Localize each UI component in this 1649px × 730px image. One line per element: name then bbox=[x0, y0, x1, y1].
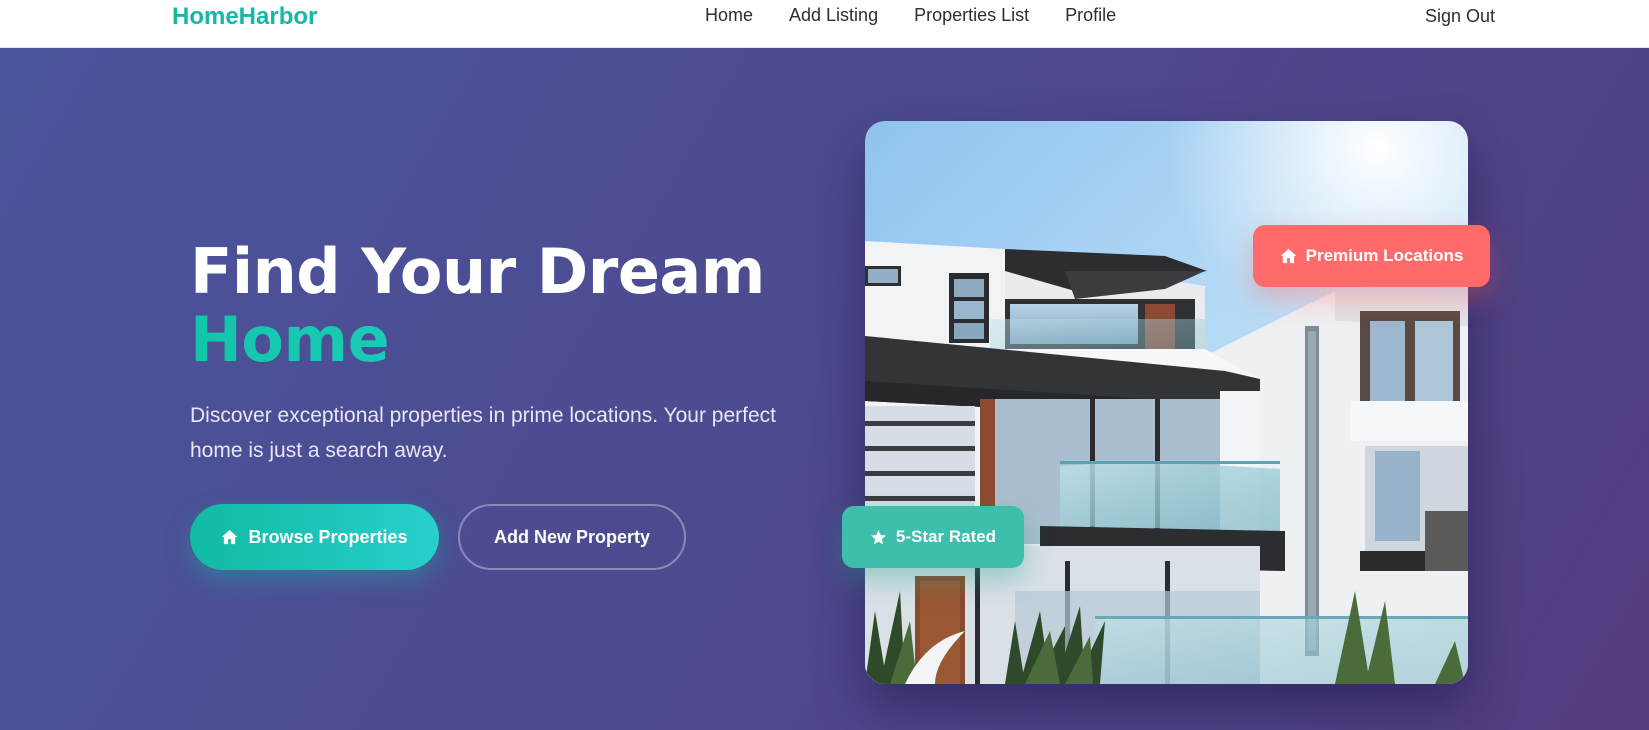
nav-link-add-listing[interactable]: Add Listing bbox=[789, 5, 878, 26]
add-new-property-label: Add New Property bbox=[493, 526, 651, 547]
browse-properties-label: Browse Properties bbox=[248, 526, 408, 547]
hero-description: Discover exceptional properties in prime… bbox=[190, 404, 776, 462]
premium-locations-label: Premium Locations bbox=[1305, 246, 1464, 265]
home-icon bbox=[221, 529, 238, 545]
five-star-rated-label: 5-Star Rated bbox=[895, 527, 997, 546]
nav-links: Home Add Listing Properties List Profile bbox=[705, 5, 1152, 26]
modern-house-illustration bbox=[865, 121, 1468, 684]
home-icon bbox=[1280, 248, 1297, 264]
sign-out-link[interactable]: Sign Out bbox=[1425, 6, 1495, 27]
browse-properties-button[interactable]: Browse Properties bbox=[190, 504, 439, 570]
property-image bbox=[865, 121, 1468, 684]
nav-link-home[interactable]: Home bbox=[705, 5, 753, 26]
navbar: HomeHarbor Home Add Listing Properties L… bbox=[0, 0, 1649, 48]
nav-link-profile[interactable]: Profile bbox=[1065, 5, 1116, 26]
five-star-rated-badge: 5-Star Rated bbox=[842, 506, 1024, 568]
hero-title-accent: Home bbox=[190, 306, 765, 374]
hero-title: Find Your Dream Home bbox=[190, 238, 765, 374]
premium-locations-badge: Premium Locations bbox=[1253, 225, 1490, 287]
brand-logo[interactable]: HomeHarbor bbox=[172, 3, 317, 31]
hero-title-line1: Find Your Dream bbox=[190, 235, 765, 308]
nav-link-properties-list[interactable]: Properties List bbox=[914, 5, 1029, 26]
star-icon bbox=[870, 529, 887, 546]
hero-section: Find Your Dream Home Discover exceptiona… bbox=[0, 48, 1649, 730]
add-new-property-button[interactable]: Add New Property bbox=[458, 504, 686, 570]
